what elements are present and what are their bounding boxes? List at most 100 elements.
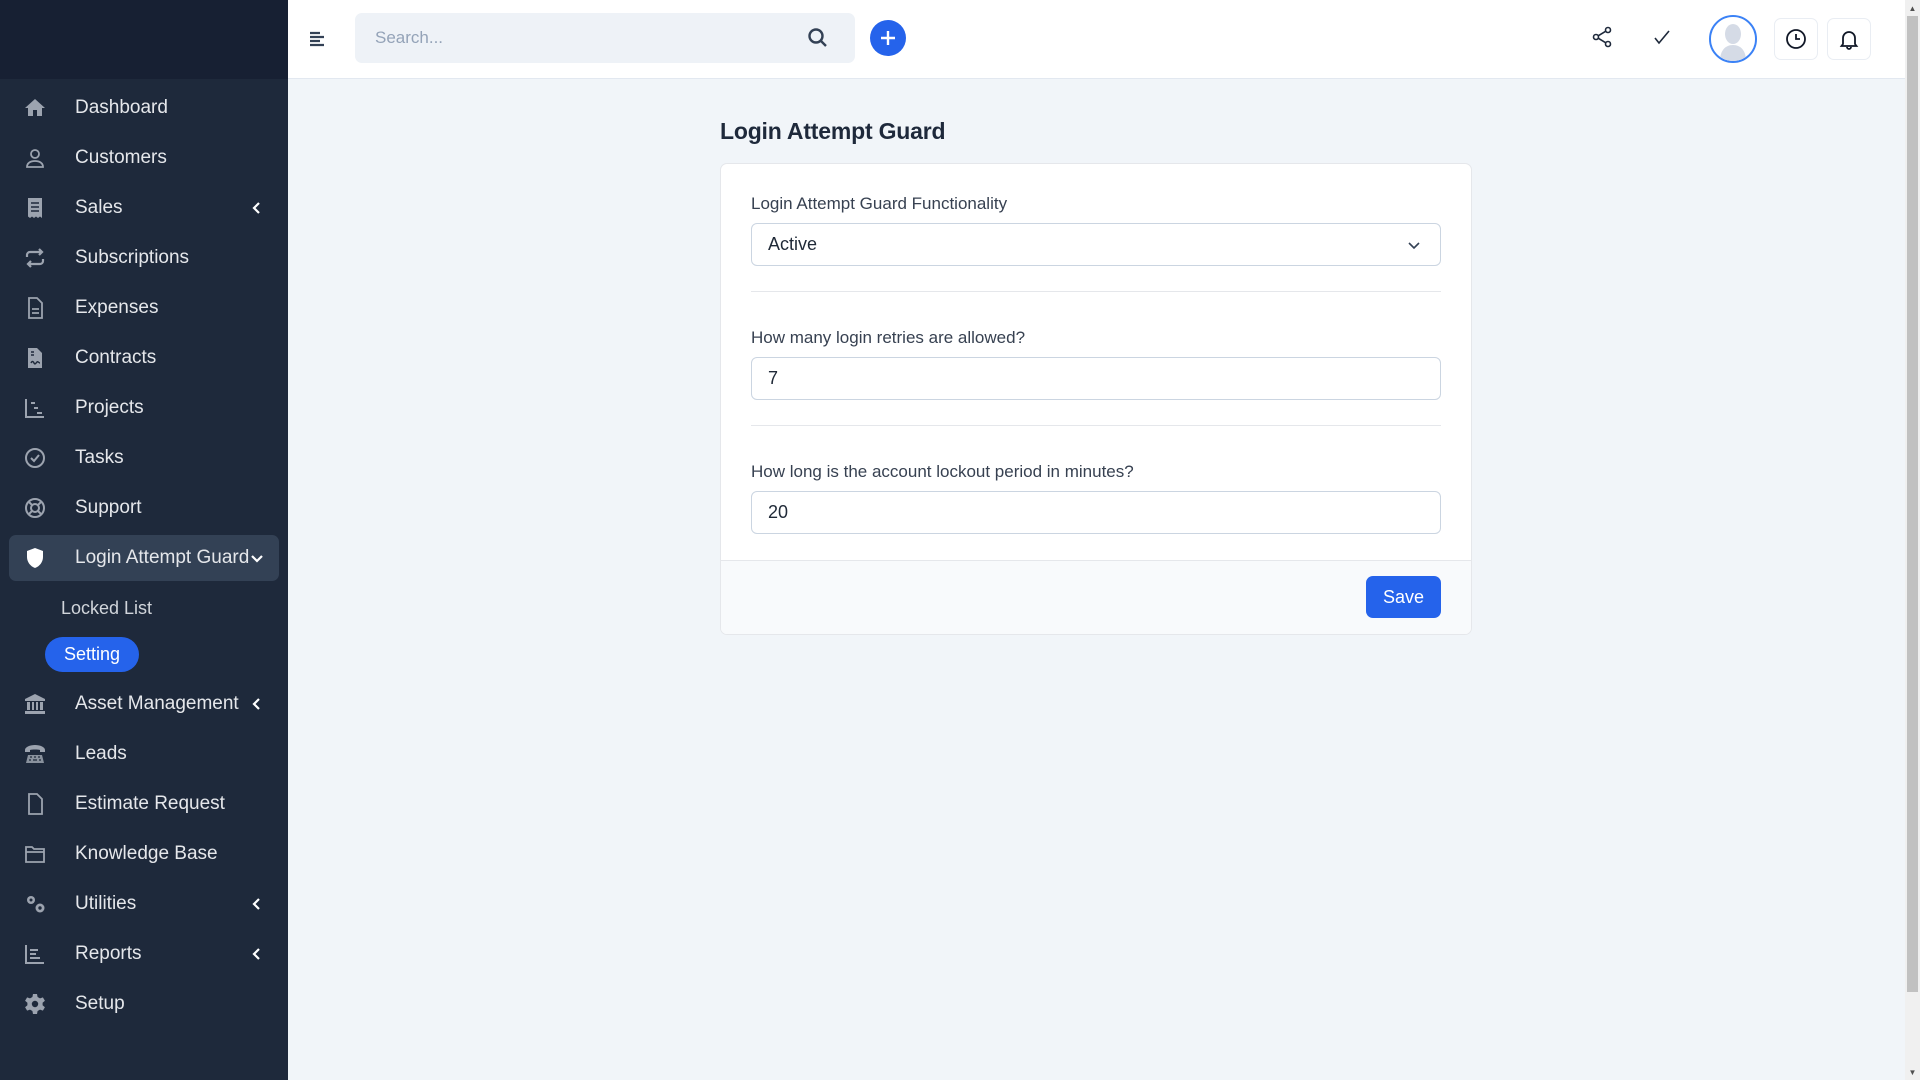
top-header xyxy=(288,0,1905,79)
notifications-button[interactable] xyxy=(1827,18,1871,60)
sidebar-item-setup[interactable]: Setup xyxy=(9,981,279,1027)
chevron-left-icon xyxy=(252,202,260,214)
sidebar-item-tasks[interactable]: Tasks xyxy=(9,435,279,481)
search-icon[interactable] xyxy=(806,26,830,50)
menu-toggle-icon[interactable] xyxy=(306,27,330,51)
sidebar-item-subscriptions[interactable]: Subscriptions xyxy=(9,235,279,281)
chevron-left-icon xyxy=(252,698,260,710)
sidebar-item-label: Setup xyxy=(75,993,125,1014)
chevron-down-icon xyxy=(251,555,263,563)
sidebar-item-utilities[interactable]: Utilities xyxy=(9,881,279,927)
check-icon[interactable] xyxy=(1647,22,1677,52)
sidebar-item-contracts[interactable]: Contracts xyxy=(9,335,279,381)
phone-icon xyxy=(22,741,48,767)
sidebar-item-label: Contracts xyxy=(75,347,157,368)
repeat-icon xyxy=(22,245,48,271)
gantt-icon xyxy=(22,395,48,421)
sidebar-item-sales[interactable]: Sales xyxy=(9,185,279,231)
settings-card: Login Attempt Guard Functionality Active… xyxy=(720,163,1472,635)
sidebar-item-label: Reports xyxy=(75,943,142,964)
sidebar-item-label: Dashboard xyxy=(75,97,168,118)
lockout-period-field: How long is the account lockout period i… xyxy=(751,462,1441,534)
quick-create-button[interactable] xyxy=(870,20,906,56)
sidebar-item-label: Estimate Request xyxy=(75,793,225,814)
submenu-item-setting[interactable]: Setting xyxy=(0,631,288,677)
sidebar-item-label: Leads xyxy=(75,743,127,764)
check-circle-icon xyxy=(22,445,48,471)
scroll-up-arrow-icon[interactable]: ▲ xyxy=(1905,0,1920,16)
chevron-down-icon xyxy=(1408,242,1420,250)
sidebar: Dashboard Customers Sales Subscriptions … xyxy=(0,0,288,1080)
cogs-icon xyxy=(22,891,48,917)
user-icon xyxy=(22,145,48,171)
chevron-left-icon xyxy=(252,948,260,960)
sidebar-item-label: Login Attempt Guard xyxy=(75,547,250,568)
sidebar-item-customers[interactable]: Customers xyxy=(9,135,279,181)
shield-icon xyxy=(22,545,48,571)
sidebar-logo-area xyxy=(0,0,288,79)
receipt-icon xyxy=(22,195,48,221)
sidebar-item-label: Utilities xyxy=(75,893,137,914)
divider xyxy=(751,291,1441,292)
save-button[interactable]: Save xyxy=(1365,576,1441,618)
sidebar-item-reports[interactable]: Reports xyxy=(9,931,279,977)
avatar[interactable] xyxy=(1709,15,1757,63)
main-content: Login Attempt Guard Login Attempt Guard … xyxy=(720,118,1472,635)
login-retries-label: How many login retries are allowed? xyxy=(751,328,1026,347)
card-footer: Save xyxy=(721,560,1471,634)
lockout-period-label: How long is the account lockout period i… xyxy=(751,462,1134,481)
bar-chart-icon xyxy=(22,941,48,967)
sidebar-item-estimate-request[interactable]: Estimate Request xyxy=(9,781,279,827)
functionality-select[interactable]: Active xyxy=(751,223,1441,266)
submenu-item-label: Locked List xyxy=(61,597,153,618)
submenu-item-locked-list[interactable]: Locked List xyxy=(0,585,288,631)
sidebar-item-label: Tasks xyxy=(75,447,124,468)
sidebar-item-leads[interactable]: Leads xyxy=(9,731,279,777)
sidebar-item-expenses[interactable]: Expenses xyxy=(9,285,279,331)
folder-icon xyxy=(22,841,48,867)
sidebar-item-label: Subscriptions xyxy=(75,247,190,268)
bank-icon xyxy=(22,691,48,717)
file-icon xyxy=(22,791,48,817)
home-icon xyxy=(22,95,48,121)
sidebar-item-projects[interactable]: Projects xyxy=(9,385,279,431)
file-signature-icon xyxy=(22,345,48,371)
chevron-left-icon xyxy=(252,898,260,910)
sidebar-item-label: Customers xyxy=(75,147,167,168)
sidebar-item-support[interactable]: Support xyxy=(9,485,279,531)
search-input[interactable] xyxy=(355,13,855,63)
sidebar-item-asset-management[interactable]: Asset Management xyxy=(9,681,279,727)
sidebar-item-knowledge-base[interactable]: Knowledge Base xyxy=(9,831,279,877)
sidebar-item-label: Support xyxy=(75,497,142,518)
functionality-label: Login Attempt Guard Functionality xyxy=(751,194,1008,213)
functionality-field: Login Attempt Guard Functionality Active xyxy=(751,194,1441,266)
lockout-period-input[interactable] xyxy=(752,492,1440,533)
sidebar-item-login-attempt-guard[interactable]: Login Attempt Guard xyxy=(9,535,279,581)
bell-icon xyxy=(1839,31,1859,50)
search-box xyxy=(355,13,855,63)
gear-icon xyxy=(22,991,48,1017)
scrollbar-thumb[interactable] xyxy=(1907,16,1918,992)
page-scrollbar[interactable]: ▲ ▼ xyxy=(1905,0,1920,1080)
clock-icon xyxy=(1786,29,1806,49)
plus-icon xyxy=(881,31,895,45)
sidebar-item-dashboard[interactable]: Dashboard xyxy=(9,85,279,131)
submenu-item-label: Setting xyxy=(45,636,140,672)
login-retries-input[interactable] xyxy=(752,358,1440,399)
scroll-down-arrow-icon[interactable]: ▼ xyxy=(1905,1064,1920,1080)
page-title: Login Attempt Guard xyxy=(720,118,946,144)
sidebar-nav: Dashboard Customers Sales Subscriptions … xyxy=(0,79,288,1027)
sidebar-item-label: Projects xyxy=(75,397,144,418)
sidebar-item-label: Sales xyxy=(75,197,123,218)
login-retries-field: How many login retries are allowed? xyxy=(751,328,1441,400)
functionality-select-value: Active xyxy=(768,234,818,254)
share-icon[interactable] xyxy=(1587,22,1617,52)
sidebar-item-label: Expenses xyxy=(75,297,159,318)
sidebar-item-label: Asset Management xyxy=(75,693,239,714)
sidebar-item-label: Knowledge Base xyxy=(75,843,218,864)
file-text-icon xyxy=(22,295,48,321)
divider xyxy=(751,425,1441,426)
life-ring-icon xyxy=(22,495,48,521)
timesheet-button[interactable] xyxy=(1774,18,1818,60)
user-avatar-icon xyxy=(1711,17,1755,61)
